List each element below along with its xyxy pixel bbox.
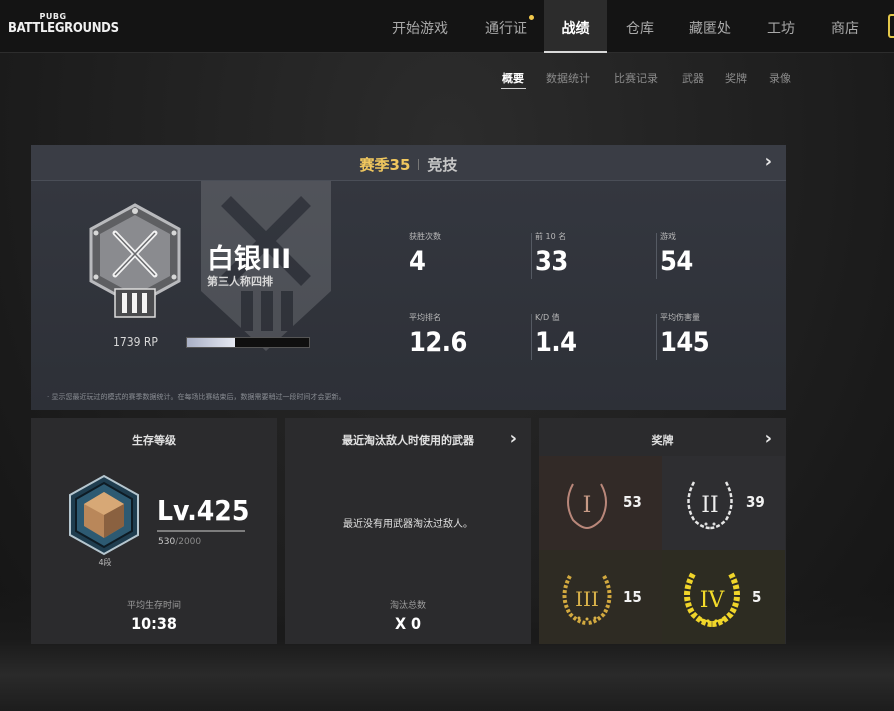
stat-value: 54 — [660, 246, 693, 277]
season-summary-panel: 白银III 第三人称四排 1739 RP 获胜次数 4 前 10 名 33 游戏… — [31, 181, 786, 410]
chevron-right-icon[interactable]: › — [510, 428, 517, 449]
stat-label: K/D 值 — [535, 313, 560, 322]
stat-games: 游戏 54 — [656, 231, 770, 279]
panel-title: 最近淘汰敌人时使用的武器 — [342, 434, 474, 447]
subtab-weapons[interactable]: 武器 — [682, 70, 704, 86]
xp-current: 530 — [158, 537, 176, 547]
rank-name: 白银III — [207, 244, 292, 275]
rank-points: 1739 RP — [113, 335, 158, 349]
title-divider — [418, 159, 420, 170]
currency-icon[interactable] — [888, 14, 894, 38]
total-kills-value: X 0 — [394, 614, 422, 633]
rank-progress-fill — [187, 338, 235, 347]
stat-value: 12.6 — [409, 327, 467, 358]
svg-text:II: II — [701, 493, 718, 518]
medal-tier-3-icon: III — [562, 575, 612, 625]
medal-count: 5 — [752, 588, 762, 606]
nav-stash[interactable]: 藏匿处 — [682, 0, 738, 53]
mode-label: 竞技 — [427, 156, 458, 174]
stat-value: 1.4 — [535, 327, 577, 358]
subtab-match-history[interactable]: 比赛记录 — [614, 70, 658, 86]
chevron-right-icon[interactable]: › — [765, 428, 772, 449]
stat-label: 前 10 名 — [535, 232, 567, 241]
game-mode-perspective: 第三人称四排 — [207, 275, 273, 288]
stat-average-damage: 平均伤害量 145 — [656, 312, 770, 360]
panel-title: 奖牌 — [651, 434, 674, 447]
subtab-replays[interactable]: 录像 — [769, 70, 791, 86]
avg-survival-value: 10:38 — [131, 614, 177, 633]
medal-count: 53 — [623, 493, 642, 511]
stat-value: 145 — [660, 327, 710, 358]
stat-divider — [531, 233, 532, 279]
medal-tier-3: III 15 — [539, 550, 662, 644]
stat-divider — [656, 314, 657, 360]
stat-label: 平均伤害量 — [660, 313, 700, 322]
logo-bottom-text: BATTLEGROUNDS — [8, 21, 119, 36]
svg-text:III: III — [575, 587, 599, 611]
stat-average-rank: 平均排名 12.6 — [409, 312, 519, 358]
stat-top10: 前 10 名 33 — [531, 231, 645, 279]
total-kills-label: 淘汰总数 — [389, 601, 426, 611]
survival-tier-icon — [69, 474, 139, 556]
stat-value: 33 — [535, 246, 568, 277]
nav-inventory[interactable]: 仓库 — [614, 0, 666, 53]
nav-play[interactable]: 开始游戏 — [384, 0, 456, 53]
medal-count: 15 — [623, 588, 642, 606]
survival-xp: 530/2000 — [158, 537, 201, 547]
active-subtab-underline — [501, 88, 526, 89]
nav-workshop[interactable]: 工坊 — [756, 0, 806, 53]
stat-divider — [531, 314, 532, 360]
survival-tier-label: 4段 — [98, 558, 112, 567]
medal-tier-4: IV 5 — [662, 550, 785, 644]
medal-tier-4-icon: IV — [684, 572, 740, 627]
top-navigation-bar: PUBG BATTLEGROUNDS 开始游戏 通行证 战绩 仓库 藏匿处 工坊… — [0, 0, 894, 53]
nav-stats[interactable]: 战绩 — [544, 0, 607, 53]
subtab-overview[interactable]: 概要 — [502, 70, 524, 86]
season-label: 赛季35 — [359, 156, 411, 174]
medal-count: 39 — [746, 493, 765, 511]
no-weapon-message: 最近没有用武器淘汰过敌人。 — [343, 519, 473, 530]
level-underline — [157, 530, 245, 532]
stat-divider — [656, 233, 657, 279]
notification-dot-icon — [528, 14, 535, 21]
stat-label: 平均排名 — [409, 313, 441, 322]
stat-label: 获胜次数 — [409, 232, 441, 241]
medal-tier-1-icon: I — [567, 483, 607, 529]
subtab-statistics[interactable]: 数据统计 — [546, 70, 590, 86]
season-selector[interactable]: 赛季35 竞技 › — [31, 145, 786, 181]
subtab-medals[interactable]: 奖牌 — [725, 70, 747, 86]
avg-survival-label: 平均生存时间 — [126, 601, 181, 611]
stat-kd: K/D 值 1.4 — [531, 312, 645, 360]
stat-value: 4 — [409, 246, 426, 277]
medal-tier-2-icon: II — [687, 481, 733, 530]
svg-text:I: I — [583, 493, 592, 518]
nav-store[interactable]: 商店 — [822, 0, 868, 53]
medal-tier-2: II 39 — [662, 456, 785, 550]
pubg-logo[interactable]: PUBG BATTLEGROUNDS — [8, 12, 119, 37]
medal-tier-1: I 53 — [539, 456, 662, 550]
survival-level: Lv.425 — [157, 494, 250, 527]
data-update-note: · 显示您最近玩过的模式的赛季数据统计。在每场比赛结束后，数据需要稍过一段时间才… — [47, 393, 346, 401]
silver-rank-icon — [89, 203, 181, 318]
chevron-right-icon[interactable]: › — [765, 151, 772, 172]
logo-top-text: PUBG — [39, 12, 67, 21]
nav-pass[interactable]: 通行证 — [474, 0, 538, 53]
season-title: 赛季35 竞技 — [31, 154, 786, 175]
xp-max: /2000 — [175, 537, 202, 547]
stat-wins: 获胜次数 4 — [409, 231, 519, 277]
rank-progress-bar — [186, 337, 310, 348]
panel-title: 生存等级 — [132, 434, 176, 447]
svg-text:IV: IV — [700, 588, 726, 613]
stat-label: 游戏 — [660, 232, 676, 241]
